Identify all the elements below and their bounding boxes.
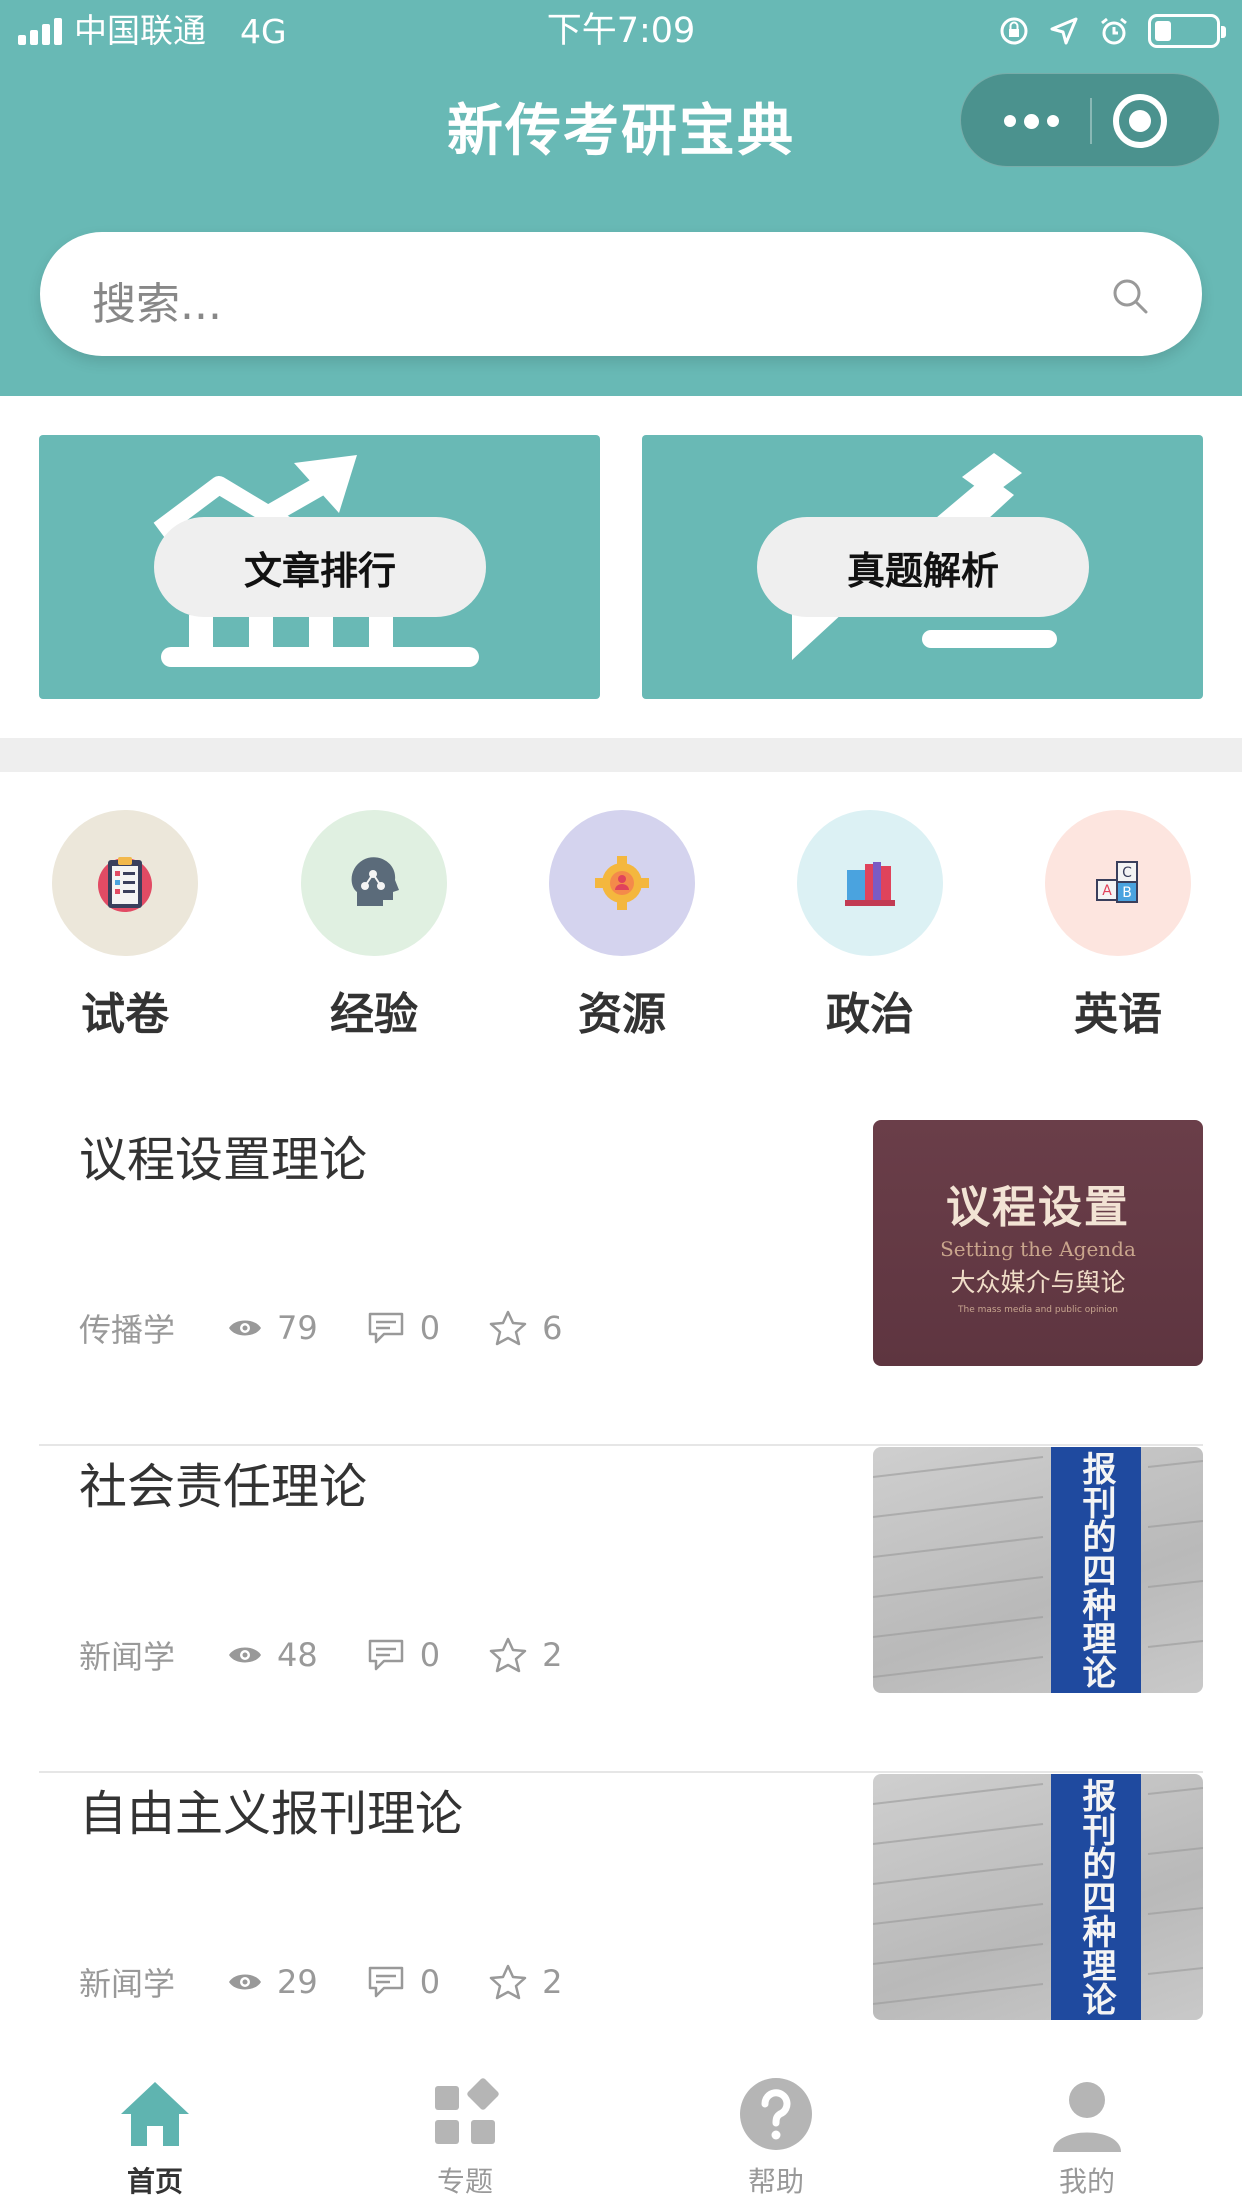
- more-menu-button[interactable]: [981, 74, 1081, 168]
- comment-count: 0: [419, 1636, 441, 1674]
- status-bar: 中国联通 4G 下午7:09: [0, 0, 1242, 62]
- article-title: 自由主义报刊理论: [79, 1786, 464, 1842]
- article-ranking-label: 文章排行: [154, 517, 486, 617]
- books-icon: [845, 862, 895, 906]
- article-meta: 新闻学 29 0 2: [79, 1960, 610, 2004]
- search-input[interactable]: 搜索...: [92, 268, 222, 332]
- category-exam-papers[interactable]: 试卷: [52, 810, 198, 1042]
- category-circle: C A B: [1045, 810, 1191, 956]
- star-count: 2: [542, 1636, 563, 1674]
- article-thumbnail: 报刊的四种理论: [873, 1774, 1203, 2020]
- view-count: 48: [277, 1636, 318, 1674]
- rotation-lock-icon: [1000, 17, 1028, 45]
- user-icon: [1053, 2082, 1121, 2152]
- search-icon[interactable]: [1110, 276, 1150, 316]
- svg-text:A: A: [1102, 883, 1112, 899]
- category-label: 资源: [578, 989, 666, 1040]
- view-count: 79: [277, 1309, 318, 1347]
- book-spine: 报刊的四种理论: [1051, 1774, 1141, 2020]
- list-item[interactable]: 议程设置理论 传播学 79 0 6 议程设置 Setting the Agend…: [39, 1120, 1203, 1446]
- battery-icon: [1148, 14, 1226, 48]
- thumbnail-subtitle-en: Setting the Agenda: [940, 1237, 1136, 1261]
- comment-icon: [368, 1312, 403, 1344]
- list-item[interactable]: 社会责任理论 新闻学 48 0 2 报刊的四种理论: [39, 1447, 1203, 1773]
- tab-home[interactable]: 首页: [75, 2074, 235, 2200]
- article-thumbnail: 报刊的四种理论: [873, 1447, 1203, 1693]
- star-icon: [489, 1637, 527, 1673]
- exam-analysis-banner[interactable]: 真题解析: [642, 435, 1203, 699]
- star-count: 6: [542, 1309, 563, 1347]
- tab-bar: 首页 专题 帮助 我的: [0, 2066, 1242, 2208]
- section-divider: [0, 738, 1242, 772]
- tab-label: 首页: [126, 2165, 183, 2198]
- tab-topics[interactable]: 专题: [385, 2074, 545, 2200]
- view-count: 29: [277, 1963, 318, 2001]
- thumbnail-title: 议程设置: [946, 1182, 1130, 1233]
- mini-program-capsule: [960, 73, 1220, 167]
- star-count: 2: [542, 1963, 563, 2001]
- book-spine-title: 报刊的四种理论: [1076, 1778, 1116, 2016]
- search-bar[interactable]: 搜索...: [40, 232, 1202, 356]
- star-icon: [489, 1964, 527, 2000]
- newspaper-texture: [873, 1783, 1203, 2005]
- alarm-icon: [1101, 17, 1127, 45]
- article-title: 议程设置理论: [79, 1132, 368, 1188]
- article-meta: 传播学 79 0 6: [79, 1306, 610, 1350]
- thumbnail-tagline: The mass media and public opinion: [958, 1305, 1118, 1315]
- exam-analysis-label: 真题解析: [757, 517, 1089, 617]
- svg-text:C: C: [1122, 865, 1132, 881]
- article-category: 新闻学: [79, 1638, 176, 1676]
- header: 中国联通 4G 下午7:09 新传考研宝典 搜索...: [0, 0, 1242, 396]
- article-category: 传播学: [79, 1311, 176, 1349]
- list-item[interactable]: 自由主义报刊理论 新闻学 29 0 2 报刊的四种理论: [39, 1774, 1203, 2100]
- category-label: 经验: [330, 989, 418, 1040]
- category-label: 试卷: [81, 989, 169, 1040]
- article-category: 新闻学: [79, 1965, 176, 2003]
- gear-person-icon: [595, 856, 649, 910]
- category-experience[interactable]: 经验: [301, 810, 447, 1042]
- category-resources[interactable]: 资源: [549, 810, 695, 1042]
- thumbnail-subtitle: 大众媒介与舆论: [950, 1268, 1126, 1297]
- head-brain-icon: [351, 857, 399, 906]
- category-label: 政治: [826, 989, 914, 1040]
- comment-count: 0: [419, 1963, 441, 2001]
- tab-label: 我的: [1058, 2165, 1115, 2198]
- location-icon: [1050, 17, 1078, 45]
- abc-blocks-icon: C A B: [1096, 861, 1138, 903]
- eye-icon: [229, 1647, 262, 1663]
- category-english[interactable]: C A B 英语: [1045, 810, 1191, 1042]
- category-circle: [797, 810, 943, 956]
- home-icon: [121, 2082, 189, 2146]
- clipboard-checklist-icon: [98, 857, 152, 912]
- category-circle: [549, 810, 695, 956]
- category-circle: [52, 810, 198, 956]
- comment-icon: [368, 1639, 403, 1671]
- newspaper-texture: [873, 1456, 1203, 1678]
- eye-icon: [229, 1974, 262, 1990]
- eye-icon: [229, 1320, 262, 1336]
- article-title: 社会责任理论: [79, 1459, 368, 1515]
- book-spine: 报刊的四种理论: [1051, 1447, 1141, 1693]
- star-icon: [489, 1310, 527, 1346]
- question-icon: [740, 2078, 812, 2150]
- tab-label: 专题: [436, 2165, 493, 2198]
- category-politics[interactable]: 政治: [797, 810, 943, 1042]
- tab-profile[interactable]: 我的: [1007, 2074, 1167, 2200]
- category-circle: [301, 810, 447, 956]
- grid-icon: [435, 2078, 499, 2144]
- svg-text:B: B: [1122, 885, 1132, 901]
- article-meta: 新闻学 48 0 2: [79, 1633, 610, 1677]
- comment-icon: [368, 1966, 403, 1998]
- comment-count: 0: [419, 1309, 441, 1347]
- article-thumbnail: 议程设置 Setting the Agenda 大众媒介与舆论 The mass…: [873, 1120, 1203, 1366]
- tab-help[interactable]: 帮助: [696, 2074, 856, 2200]
- tab-label: 帮助: [747, 2165, 804, 2198]
- close-target-icon[interactable]: [1113, 94, 1167, 148]
- category-label: 英语: [1074, 989, 1162, 1040]
- book-spine-title: 报刊的四种理论: [1076, 1451, 1116, 1689]
- article-ranking-banner[interactable]: 文章排行: [39, 435, 600, 699]
